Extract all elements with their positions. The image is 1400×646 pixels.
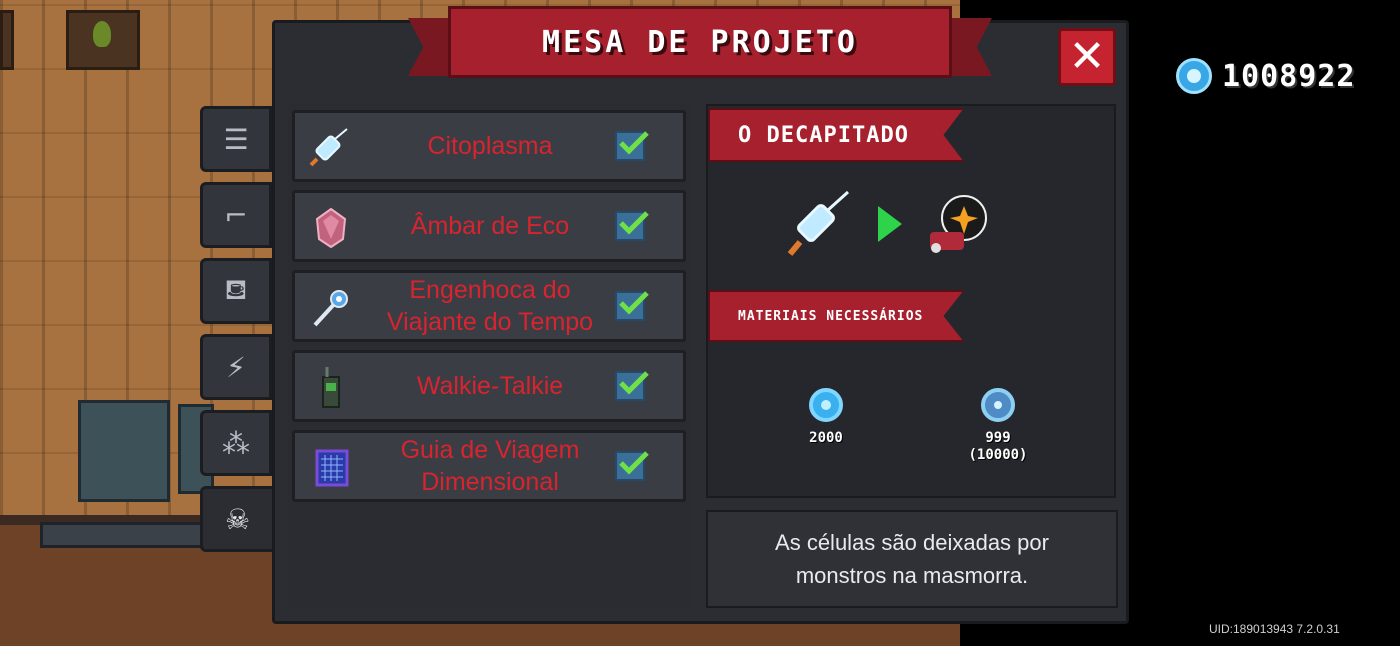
material-amount: 2000 <box>809 430 843 446</box>
check-icon <box>619 371 649 395</box>
item-label: Âmbar de Eco <box>410 212 570 240</box>
syringe-icon <box>309 128 348 167</box>
tab-skills[interactable]: ⚡ <box>200 334 272 400</box>
shirt-icon: ⛾ <box>224 272 248 306</box>
item-label: Walkie-Talkie <box>416 372 564 400</box>
tab-outfits[interactable]: ⛾ <box>200 258 272 324</box>
cell-icon <box>981 388 1015 422</box>
description-text: As células são deixadas por monstros na … <box>775 530 1049 588</box>
checkbox[interactable] <box>615 371 649 401</box>
list-item[interactable]: Engenhoca do Viajante do Tempo <box>292 270 686 342</box>
boss-banner: O DECAPITADO <box>708 108 964 162</box>
headless-boss-icon <box>930 195 987 253</box>
boss-name: O DECAPITADO <box>738 122 909 148</box>
checkbox[interactable] <box>615 131 649 161</box>
dimensional-guide-icon <box>315 449 349 487</box>
anvil-station <box>78 400 170 502</box>
checkbox[interactable] <box>615 291 649 321</box>
material-list: Citoplasma Âmbar de Eco Engenhoca do Via… <box>288 104 692 608</box>
check-icon <box>619 451 649 475</box>
gem-icon <box>809 388 843 422</box>
item-label: Guia de Viagem Dimensional <box>400 436 580 496</box>
list-item[interactable]: Citoplasma <box>292 110 686 182</box>
list-item[interactable]: Guia de Viagem Dimensional <box>292 430 686 502</box>
amber-crystal-icon <box>315 207 347 249</box>
syringe-icon <box>787 190 850 256</box>
checkbox[interactable] <box>615 451 649 481</box>
ghost-icon: ☠ <box>224 502 251 536</box>
blue-gem-icon <box>1176 58 1212 94</box>
tab-weapons[interactable]: ⌐ <box>200 182 272 248</box>
tab-parts[interactable]: ⁂ <box>200 410 272 476</box>
material-owned: (10000) <box>968 447 1028 463</box>
item-label: Engenhoca do Viajante do Tempo <box>386 276 594 336</box>
plant-pot-table <box>66 10 140 70</box>
gun-icon: ⌐ <box>224 198 248 232</box>
currency-amount: 1008922 <box>1222 58 1356 94</box>
check-icon <box>619 291 649 315</box>
material-amount: 999 <box>985 430 1011 446</box>
close-icon: ✕ <box>1068 31 1106 82</box>
list-icon: ☰ <box>223 122 249 156</box>
materials-title: MATERIAIS NECESSÁRIOS <box>738 308 924 324</box>
walkie-talkie-icon <box>322 367 340 408</box>
checkbox[interactable] <box>615 211 649 241</box>
close-button[interactable]: ✕ <box>1058 28 1116 86</box>
currency-display: 1008922 <box>1176 54 1355 98</box>
tab-bosses[interactable]: ☠ <box>200 486 272 552</box>
puzzle-icon: ⁂ <box>222 426 250 460</box>
side-table <box>0 10 14 70</box>
material-requirement: 999 (10000) <box>958 388 1038 464</box>
uid-version-label: UID:189013943 7.2.0.31 <box>1209 622 1340 636</box>
list-item[interactable]: Walkie-Talkie <box>292 350 686 422</box>
list-item[interactable]: Âmbar de Eco <box>292 190 686 262</box>
window-title: MESA DE PROJETO <box>542 24 858 60</box>
description-box: As células são deixadas por monstros na … <box>706 510 1118 608</box>
item-label: Citoplasma <box>427 132 553 160</box>
material-requirement: 2000 <box>786 388 866 447</box>
lightning-icon: ⚡ <box>226 350 246 384</box>
check-icon <box>619 131 649 155</box>
materials-banner: MATERIAIS NECESSÁRIOS <box>708 290 964 342</box>
tab-list[interactable]: ☰ <box>200 106 272 172</box>
arrow-right-icon <box>878 206 902 242</box>
title-ribbon: MESA DE PROJETO <box>448 6 952 78</box>
check-icon <box>619 211 649 235</box>
time-wand-icon <box>313 290 348 327</box>
